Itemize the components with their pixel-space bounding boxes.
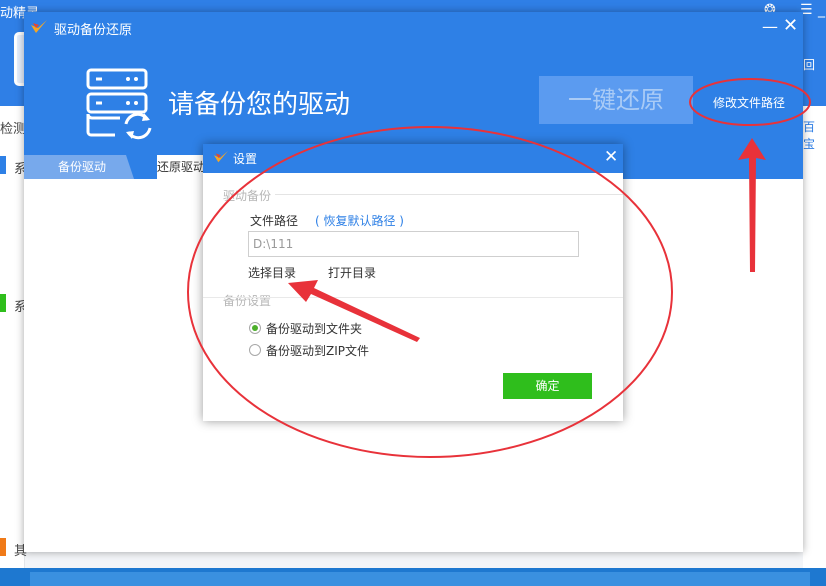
option-label: 备份驱动到文件夹: [266, 322, 363, 336]
file-path-label: 文件路径: [250, 214, 299, 228]
radio-unselected-icon[interactable]: [249, 344, 261, 356]
sidebar-marker-blue: [0, 156, 6, 174]
settings-close-button[interactable]: ✕: [604, 147, 618, 167]
choose-directory-button[interactable]: 选择目录: [248, 264, 296, 281]
hero-heading: 请备份您的驱动: [168, 90, 351, 120]
close-button[interactable]: ✕: [783, 15, 798, 36]
driver-backup-section-label: 驱动备份: [223, 189, 272, 203]
file-path-input[interactable]: [248, 231, 579, 257]
restore-default-path-link[interactable]: ( 恢复默认路径 ): [315, 212, 404, 229]
background-right-item-2[interactable]: 百宝: [803, 118, 826, 152]
settings-dialog-header: 设置 ✕: [203, 144, 623, 173]
ok-button[interactable]: 确定: [503, 373, 592, 399]
server-backup-icon: [86, 68, 152, 140]
radio-selected-icon[interactable]: [249, 322, 261, 334]
option-backup-to-zip[interactable]: 备份驱动到ZIP文件: [249, 342, 369, 359]
sidebar-marker-green: [0, 294, 6, 312]
open-directory-button[interactable]: 打开目录: [328, 264, 376, 281]
one-click-restore-button[interactable]: 一键还原: [539, 76, 693, 124]
minimize-button[interactable]: —: [762, 17, 778, 36]
tab-backup-drivers[interactable]: 备份驱动: [24, 155, 134, 179]
settings-dialog: 设置 ✕ 驱动备份 文件路径 ( 恢复默认路径 ) 选择目录 打开目录 备份设置…: [203, 144, 623, 421]
option-backup-to-folder[interactable]: 备份驱动到文件夹: [249, 320, 362, 337]
backup-settings-section-label: 备份设置: [223, 294, 272, 308]
window-title: 驱动备份还原: [54, 23, 133, 38]
option-label: 备份驱动到ZIP文件: [266, 344, 369, 358]
modify-file-path-link[interactable]: 修改文件路径: [713, 94, 785, 111]
settings-dialog-title: 设置: [233, 152, 258, 166]
background-sidebar: [0, 106, 25, 586]
section-divider: [203, 297, 623, 298]
sidebar-item-detect[interactable]: 检测: [0, 118, 26, 137]
app-logo-icon: [214, 150, 228, 163]
background-right-item-1: 回: [803, 58, 816, 72]
minimize-icon[interactable]: _: [818, 2, 825, 18]
sidebar-marker-orange: [0, 538, 6, 556]
app-logo-icon: [31, 20, 47, 33]
background-right-panel: [803, 106, 826, 586]
section-divider: [275, 194, 623, 195]
taskbar-band: [30, 572, 810, 586]
